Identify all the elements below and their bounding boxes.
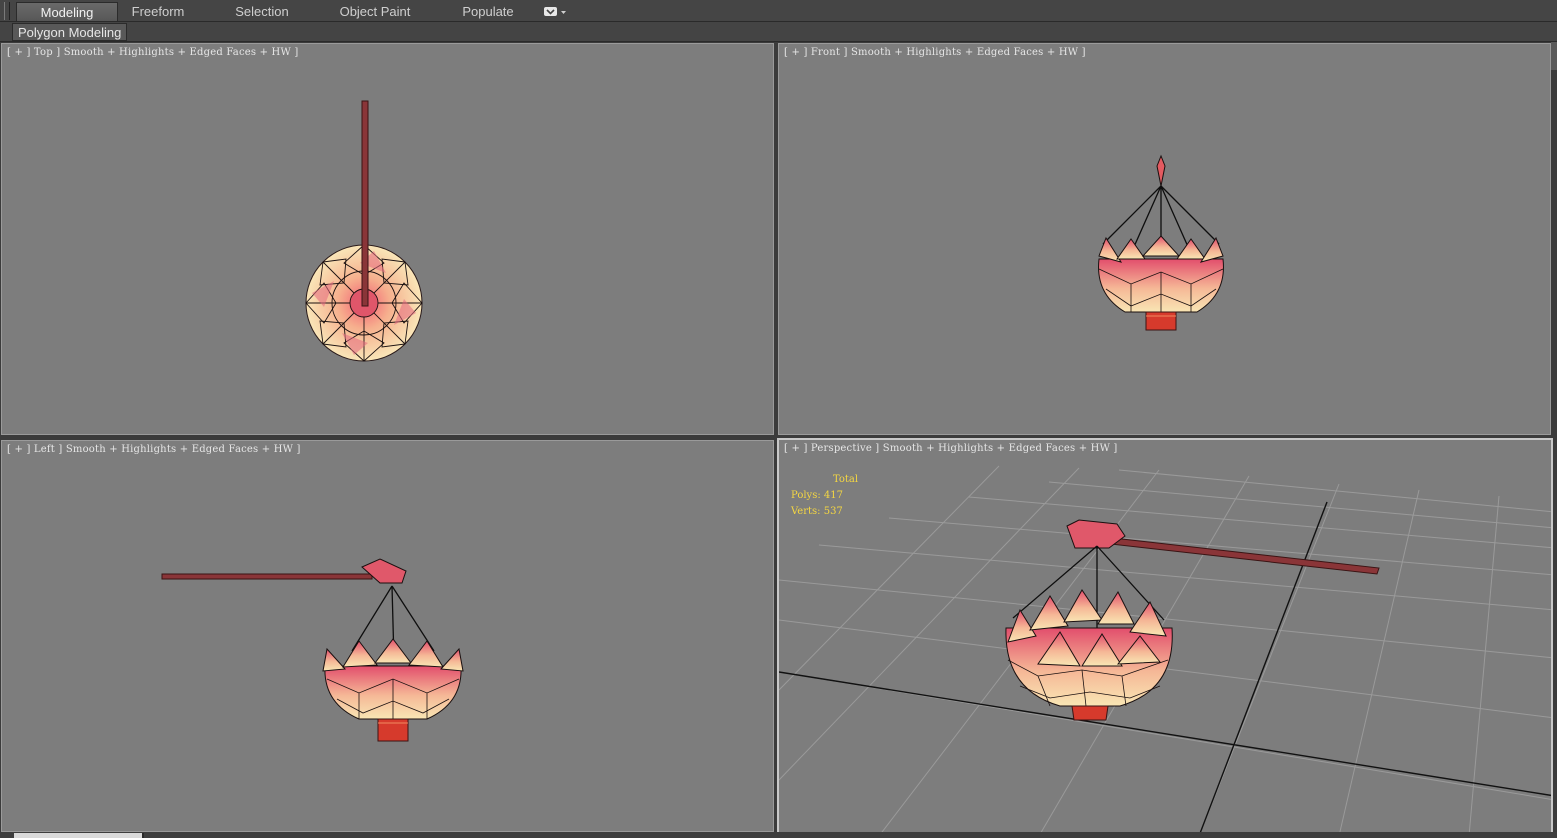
- status-segment: [14, 833, 144, 838]
- viewport-front[interactable]: [ + ] Front ] Smooth + Highlights + Edge…: [778, 43, 1551, 435]
- tab-freeform[interactable]: Freeform: [118, 2, 198, 21]
- lantern-top-view: [305, 100, 423, 362]
- right-scroll-handle[interactable]: [1551, 42, 1557, 70]
- ribbon-display-icon: [544, 7, 566, 16]
- tab-object-paint[interactable]: Object Paint: [330, 2, 420, 21]
- tab-populate[interactable]: Populate: [450, 2, 526, 21]
- status-bar: [0, 832, 1557, 838]
- viewport-top[interactable]: [ + ] Top ] Smooth + Highlights + Edged …: [1, 43, 774, 435]
- ribbon-options-dropdown[interactable]: [542, 5, 568, 17]
- perspective-scene: [779, 465, 1551, 832]
- tab-modeling[interactable]: Modeling: [16, 2, 118, 21]
- viewport-perspective[interactable]: [ + ] Perspective ] Smooth + Highlights …: [777, 438, 1553, 834]
- polygon-modeling-button[interactable]: Polygon Modeling: [12, 23, 128, 41]
- ribbon-tab-bar: Modeling Freeform Selection Object Paint…: [0, 0, 1557, 22]
- lantern-front-view: [1098, 154, 1224, 331]
- ribbon-panel-bar: Polygon Modeling: [0, 22, 1557, 42]
- tab-selection[interactable]: Selection: [222, 2, 302, 21]
- viewport-left[interactable]: [ + ] Left ] Smooth + Highlights + Edged…: [1, 440, 774, 832]
- ribbon-grip-handle[interactable]: [4, 2, 10, 20]
- lantern-left-view: [161, 558, 464, 742]
